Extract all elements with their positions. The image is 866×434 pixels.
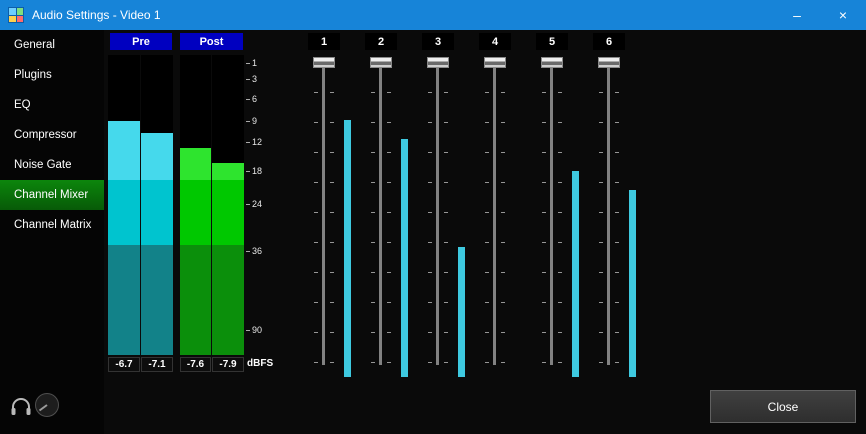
channel-5-label: 5 <box>536 33 568 50</box>
scale-tick-1: 1 <box>246 58 257 68</box>
window-title: Audio Settings - Video 1 <box>32 8 161 22</box>
channel-5-level-meter <box>572 60 579 377</box>
minimize-button[interactable]: – <box>774 0 820 30</box>
scale-tick-12: 12 <box>246 137 262 147</box>
post-meter-right <box>212 55 244 355</box>
channel-2-fader-handle[interactable] <box>370 57 392 68</box>
channel-1-fader-handle[interactable] <box>313 57 335 68</box>
channel-strip-2: 2 <box>353 33 410 383</box>
scale-tick-9: 9 <box>246 116 257 126</box>
channel-strip-3: 3 <box>410 33 467 383</box>
sidebar-item-noise-gate[interactable]: Noise Gate <box>0 150 104 180</box>
dbfs-unit-label: dBFS <box>247 358 273 369</box>
post-meter-label: Post <box>180 33 243 50</box>
sidebar-item-general[interactable]: General <box>0 30 104 60</box>
scale-tick-6: 6 <box>246 94 257 104</box>
channel-6-fader-handle[interactable] <box>598 57 620 68</box>
scale-tick-36: 36 <box>246 246 262 256</box>
post-right-dbfs-value: -7.9 <box>212 357 244 372</box>
pre-right-dbfs-value: -7.1 <box>141 357 173 372</box>
channel-2-label: 2 <box>365 33 397 50</box>
pre-meter-right <box>141 55 173 355</box>
sidebar-item-eq[interactable]: EQ <box>0 90 104 120</box>
pre-meter-label: Pre <box>110 33 172 50</box>
channel-4-level-meter <box>515 60 522 377</box>
channel-4-fader-handle[interactable] <box>484 57 506 68</box>
sidebar-item-channel-mixer[interactable]: Channel Mixer <box>0 180 104 210</box>
sidebar-item-channel-matrix[interactable]: Channel Matrix <box>0 210 104 240</box>
channel-6-level-meter <box>629 60 636 377</box>
scale-tick-3: 3 <box>246 74 257 84</box>
channel-3-label: 3 <box>422 33 454 50</box>
sidebar-item-plugins[interactable]: Plugins <box>0 60 104 90</box>
scale-tick-24: 24 <box>246 199 262 209</box>
channel-1-level-meter <box>344 60 351 377</box>
pre-meter-left <box>108 55 140 355</box>
channel-strip-4: 4 <box>467 33 524 383</box>
headphone-volume-knob[interactable] <box>34 392 60 423</box>
title-bar: Audio Settings - Video 1 – × <box>0 0 866 30</box>
sidebar-item-compressor[interactable]: Compressor <box>0 120 104 150</box>
channel-strip-5: 5 <box>524 33 581 383</box>
channel-1-label: 1 <box>308 33 340 50</box>
channel-strip-6: 6 <box>581 33 638 383</box>
window-controls: – × <box>774 0 866 30</box>
pre-left-dbfs-value: -6.7 <box>108 357 140 372</box>
channel-3-fader-handle[interactable] <box>427 57 449 68</box>
channel-2-level-meter <box>401 60 408 377</box>
scale-tick-18: 18 <box>246 166 262 176</box>
channel-4-label: 4 <box>479 33 511 50</box>
post-meter-left <box>180 55 211 355</box>
post-left-dbfs-value: -7.6 <box>180 357 211 372</box>
settings-sidebar: General Plugins EQ Compressor Noise Gate… <box>0 30 104 434</box>
close-window-button[interactable]: × <box>820 0 866 30</box>
app-icon <box>8 7 24 23</box>
audio-settings-window: Audio Settings - Video 1 – × General Plu… <box>0 0 866 434</box>
channel-strip-1: 1 <box>296 33 353 383</box>
channel-5-fader-handle[interactable] <box>541 57 563 68</box>
close-button[interactable]: Close <box>710 390 856 423</box>
headphones-icon[interactable] <box>10 397 32 422</box>
channel-3-level-meter <box>458 60 465 377</box>
scale-tick-90: 90 <box>246 325 262 335</box>
channel-6-label: 6 <box>593 33 625 50</box>
